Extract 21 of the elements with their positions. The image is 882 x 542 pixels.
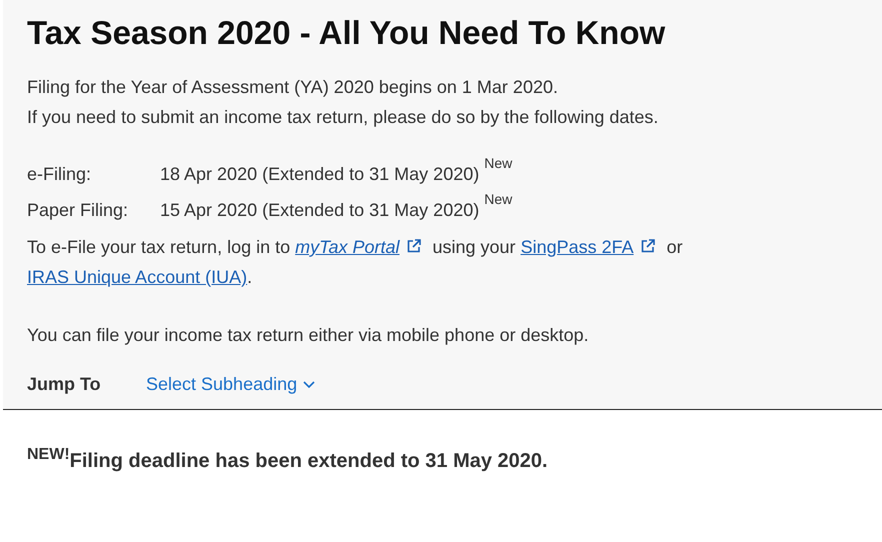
new-label: New <box>484 156 512 173</box>
link[interactable]: IRAS Unique Account (IUA) <box>27 267 248 287</box>
intro-text: Filing for the Year of Assessment (YA) 2020 begins on 1 Mar 2020. <box>27 76 559 99</box>
intro-text: If you need to submit an income tax return, please do so by the following dates. <box>27 106 660 129</box>
external-link-icon <box>406 238 422 254</box>
new-label: NEW! <box>27 446 70 464</box>
page-title: Tax Season 2020 - All You Need To Know <box>27 14 666 52</box>
deadline-label: Paper Filing: <box>27 199 130 222</box>
jump-to-label: Jump To <box>27 374 102 395</box>
deadline-date: 15 Apr 2020 (Extended to 31 May 2020) <box>160 199 480 222</box>
chevron-down-icon <box>303 380 316 388</box>
link[interactable]: myTax Portal <box>295 237 400 257</box>
new-label: New <box>484 192 512 209</box>
device-note: You can file your income tax return either via mobile phone or desktop. <box>27 324 590 347</box>
deadline-date: 18 Apr 2020 (Extended to 31 May 2020) <box>160 163 480 186</box>
deadline-label: e-Filing: <box>27 163 92 186</box>
subheading-select[interactable]: Select Subheading <box>146 374 316 395</box>
link[interactable]: SingPass 2FA <box>520 237 634 257</box>
login-paragraph: To e-File your tax return, log in to myTax Portal using your SingPass 2FA or IRAS Unique Account (IUA). <box>27 236 684 289</box>
notice-heading: Filing deadline has been extended to 31 May 2020. <box>70 450 548 473</box>
external-link-icon <box>640 238 656 254</box>
